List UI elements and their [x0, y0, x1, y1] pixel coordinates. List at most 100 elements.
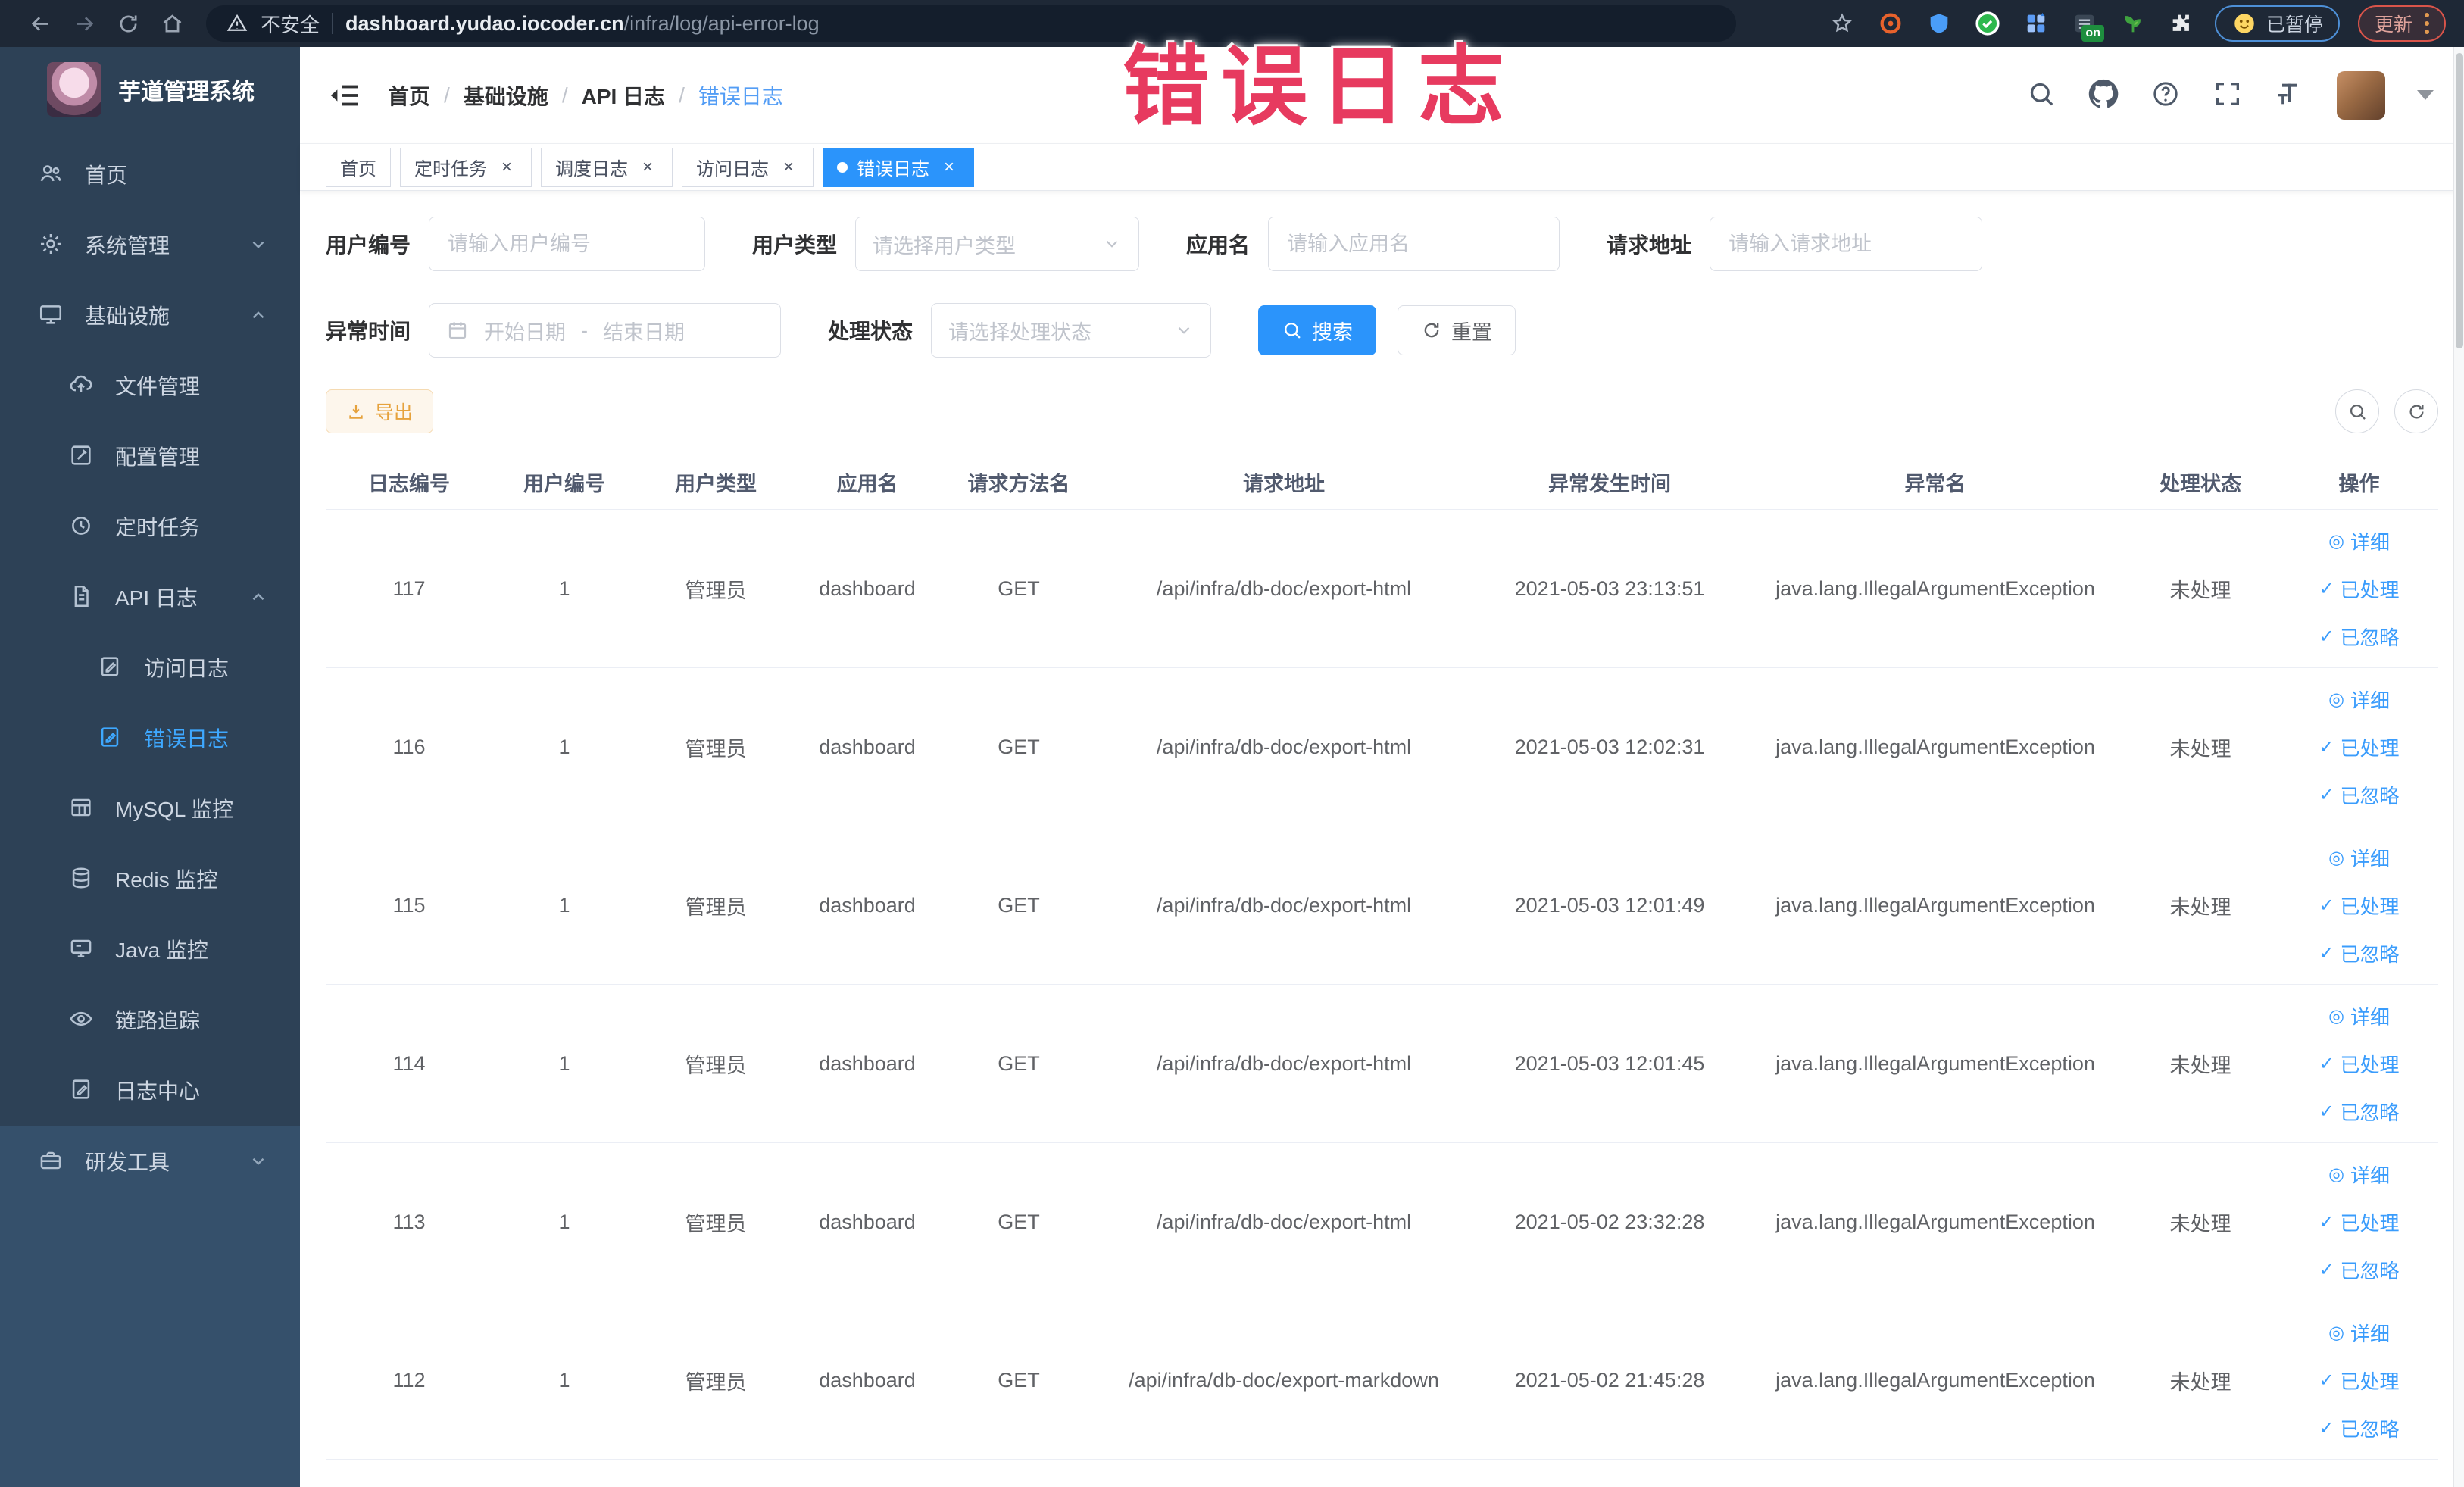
tab-access-log[interactable]: 访问日志	[682, 147, 814, 187]
logo-image	[47, 62, 101, 117]
sidebar-item-api-log[interactable]: API 日志	[0, 561, 300, 632]
sidebar-item-trace[interactable]: 链路追踪	[0, 984, 300, 1054]
exception-time-range-picker[interactable]: 开始日期 - 结束日期	[429, 303, 782, 358]
check-icon: ✓	[2319, 1053, 2334, 1074]
action-processed-link[interactable]: ✓ 已处理	[2319, 892, 2399, 920]
chevron-down-icon	[1174, 320, 1194, 340]
extension-list-icon[interactable]: on	[2069, 8, 2104, 42]
refresh-table-button[interactable]	[2394, 389, 2438, 433]
browser-back-icon[interactable]	[18, 5, 62, 42]
toggle-search-button[interactable]	[2335, 389, 2379, 433]
action-processed-link[interactable]: ✓ 已处理	[2319, 1050, 2399, 1078]
action-detail-link[interactable]: ◎ 详细	[2328, 686, 2390, 714]
user-type-select[interactable]: 请选择用户类型	[855, 217, 1140, 271]
sidebar-item-log-center[interactable]: 日志中心	[0, 1054, 300, 1125]
tab-home[interactable]: 首页	[326, 147, 391, 187]
cell-time: 2021-05-03 23:13:51	[1469, 509, 1750, 668]
action-detail-link[interactable]: ◎ 详细	[2328, 527, 2390, 555]
sidebar-item-label: 定时任务	[115, 515, 201, 539]
chevron-down-icon	[1102, 234, 1122, 254]
sidebar-item-error-log[interactable]: 错误日志	[0, 702, 300, 773]
sidebar-item-access-log[interactable]: 访问日志	[0, 632, 300, 702]
breadcrumb-item[interactable]: 首页	[388, 80, 430, 111]
breadcrumb-item[interactable]: API 日志	[582, 80, 665, 111]
action-label: 详细	[2350, 530, 2390, 554]
sidebar-item-mysql[interactable]: MySQL 监控	[0, 773, 300, 843]
export-button[interactable]: 导出	[326, 389, 434, 433]
action-ignored-link[interactable]: ✓ 已忽略	[2319, 1098, 2399, 1126]
action-ignored-link[interactable]: ✓ 已忽略	[2319, 1256, 2399, 1284]
process-status-select[interactable]: 请选择处理状态	[931, 303, 1212, 358]
tab-close-icon[interactable]	[637, 157, 658, 178]
browser-forward-icon[interactable]	[62, 5, 106, 42]
extension-plant-icon[interactable]	[2118, 8, 2148, 39]
cell-log-id: 112	[326, 1301, 492, 1460]
browser-home-icon[interactable]	[150, 5, 194, 42]
action-detail-link[interactable]: ◎ 详细	[2328, 844, 2390, 872]
search-button-label: 搜索	[1312, 320, 1354, 344]
security-label[interactable]: 不安全	[261, 10, 320, 38]
sidebar-collapse-icon[interactable]	[327, 78, 362, 113]
tab-close-icon[interactable]	[938, 157, 960, 178]
bookmark-star-icon[interactable]	[1827, 8, 1857, 39]
extension-orange-ring-icon[interactable]	[1875, 8, 1906, 39]
avatar-caret-icon[interactable]	[2417, 90, 2434, 100]
sidebar-item-config[interactable]: 配置管理	[0, 420, 300, 491]
extension-green-check-icon[interactable]	[1972, 8, 2003, 39]
breadcrumb-item[interactable]: 基础设施	[464, 80, 548, 111]
browser-menu-icon[interactable]	[2425, 13, 2429, 34]
fullscreen-icon[interactable]	[2213, 79, 2246, 112]
user-id-input[interactable]	[429, 217, 706, 271]
sidebar-item-infra[interactable]: 基础设施	[0, 280, 300, 350]
browser-reload-icon[interactable]	[106, 5, 150, 42]
update-button[interactable]: 更新	[2357, 5, 2446, 42]
action-ignored-link[interactable]: ✓ 已忽略	[2319, 781, 2399, 809]
action-detail-link[interactable]: ◎ 详细	[2328, 1319, 2390, 1347]
paused-badge[interactable]: 已暂停	[2214, 5, 2340, 42]
sidebar-item-file[interactable]: 文件管理	[0, 350, 300, 420]
breadcrumb-item[interactable]: 错误日志	[698, 80, 783, 111]
tab-job-log[interactable]: 调度日志	[541, 147, 673, 187]
scrollbar-thumb[interactable]	[2456, 53, 2463, 348]
reset-button[interactable]: 重置	[1398, 305, 1516, 355]
column-header-9: 操作	[2280, 455, 2438, 510]
search-icon[interactable]	[2026, 79, 2060, 112]
search-button[interactable]: 搜索	[1258, 305, 1377, 355]
cell-time: 2021-05-02 23:32:28	[1469, 1142, 1750, 1301]
extension-blue-shield-icon[interactable]	[1924, 8, 1954, 39]
sidebar-item-label: 错误日志	[144, 726, 230, 751]
action-label: 已处理	[2340, 1370, 2400, 1393]
help-icon[interactable]	[2150, 79, 2184, 112]
request-url-input[interactable]	[1710, 217, 1983, 271]
action-detail-link[interactable]: ◎ 详细	[2328, 1002, 2390, 1030]
sidebar-item-java[interactable]: Java 监控	[0, 914, 300, 984]
sidebar-item-dev-tools[interactable]: 研发工具	[0, 1126, 300, 1196]
extension-puzzle-icon[interactable]	[2166, 8, 2197, 39]
action-ignored-link[interactable]: ✓ 已忽略	[2319, 939, 2399, 967]
action-detail-link[interactable]: ◎ 详细	[2328, 1161, 2390, 1189]
sidebar-item-job[interactable]: 定时任务	[0, 491, 300, 561]
github-icon[interactable]	[2088, 79, 2122, 112]
action-processed-link[interactable]: ✓ 已处理	[2319, 575, 2399, 603]
sidebar-logo[interactable]: 芋道管理系统	[0, 47, 300, 117]
app-name-input[interactable]	[1268, 217, 1560, 271]
sidebar-item-redis[interactable]: Redis 监控	[0, 843, 300, 914]
sidebar-item-home[interactable]: 首页	[0, 139, 300, 209]
action-ignored-link[interactable]: ✓ 已忽略	[2319, 623, 2399, 651]
avatar[interactable]	[2337, 70, 2385, 120]
font-size-icon[interactable]	[2275, 79, 2308, 112]
tab-close-icon[interactable]	[778, 157, 799, 178]
toolbox-icon	[38, 1148, 65, 1175]
tab-cron-job[interactable]: 定时任务	[400, 147, 532, 187]
tab-close-icon[interactable]	[496, 157, 517, 178]
address-bar[interactable]: 不安全 dashboard.yudao.iocoder.cn/infra/log…	[206, 5, 1736, 42]
sidebar-item-system[interactable]: 系统管理	[0, 209, 300, 280]
cell-app-name: dashboard	[795, 984, 939, 1143]
extension-grid-icon[interactable]	[2021, 8, 2051, 39]
action-processed-link[interactable]: ✓ 已处理	[2319, 1208, 2399, 1236]
action-processed-link[interactable]: ✓ 已处理	[2319, 1367, 2399, 1395]
tab-error-log[interactable]: 错误日志	[823, 147, 974, 187]
action-ignored-link[interactable]: ✓ 已忽略	[2319, 1414, 2399, 1442]
action-processed-link[interactable]: ✓ 已处理	[2319, 733, 2399, 761]
end-date-placeholder: 结束日期	[603, 320, 685, 344]
